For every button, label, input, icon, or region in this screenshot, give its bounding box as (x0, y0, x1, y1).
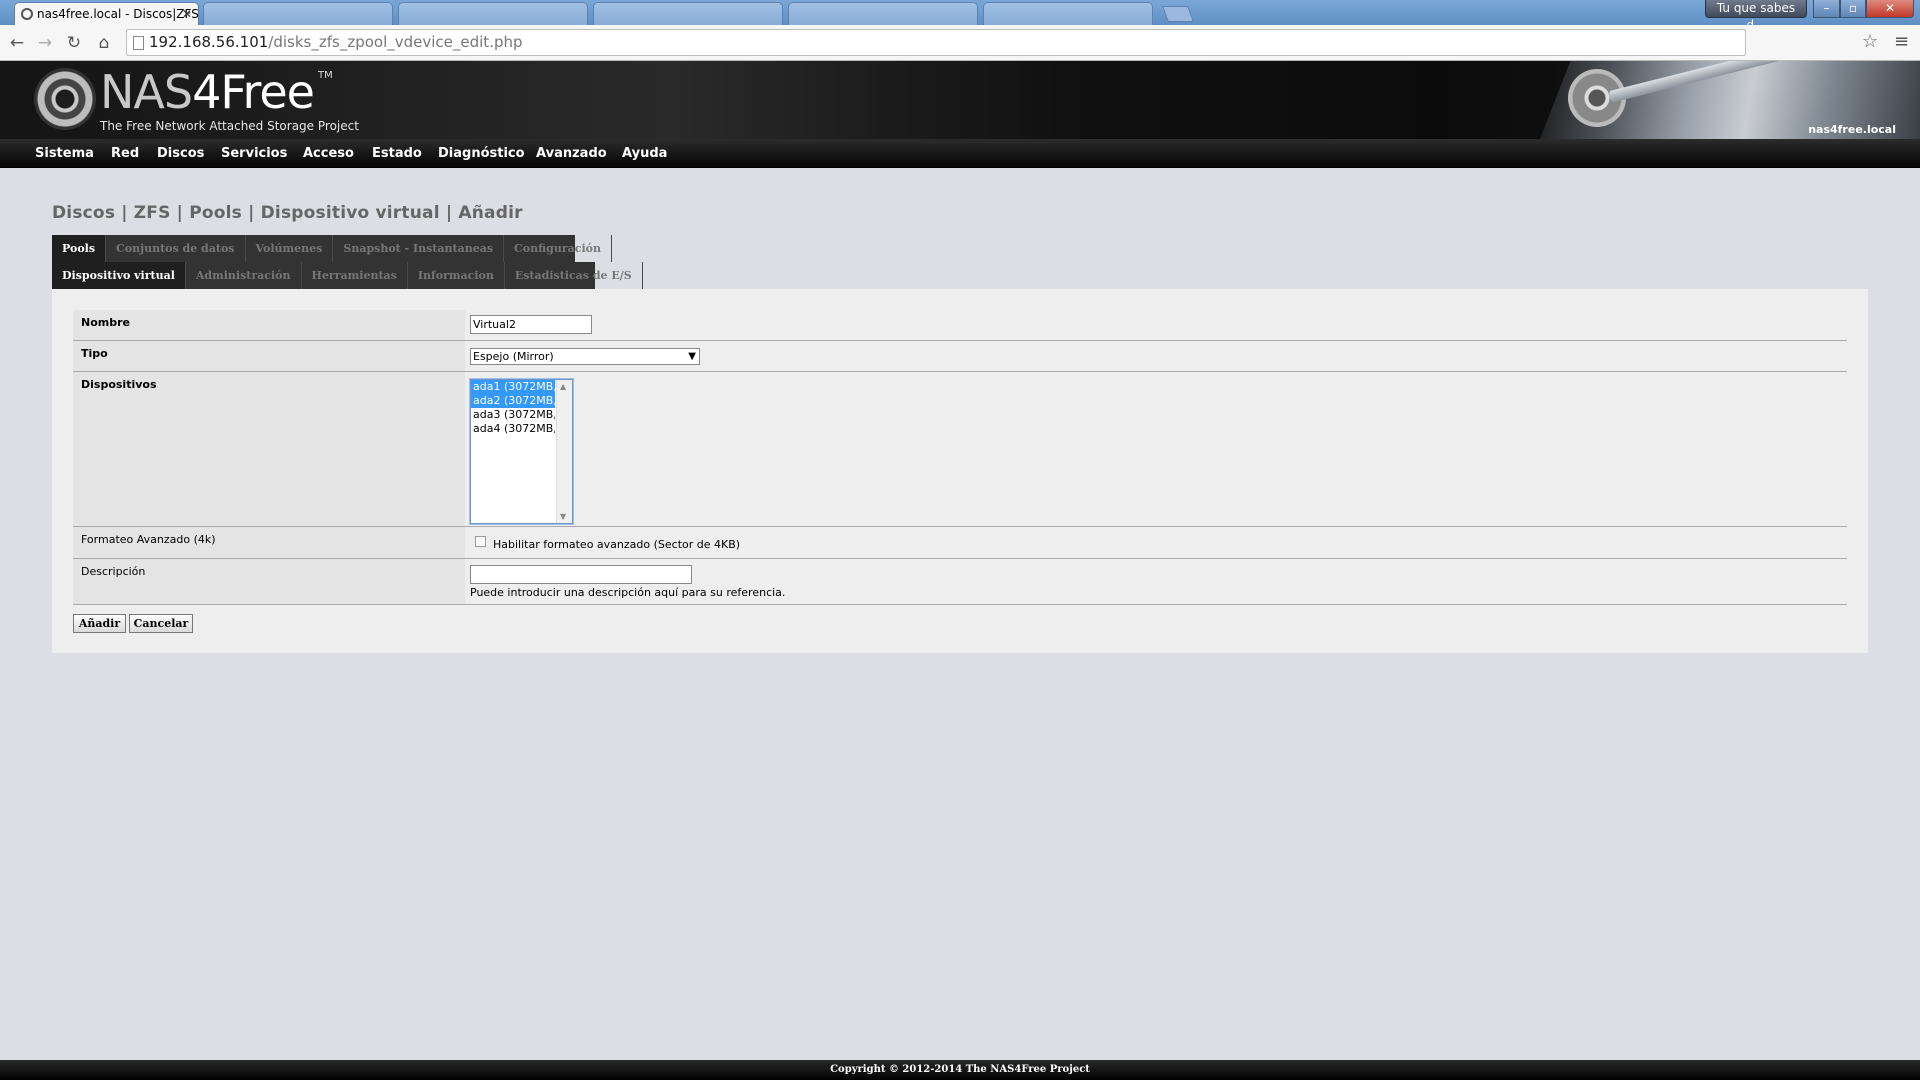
device-option-ada2[interactable]: ada2 (3072MB, ) (471, 394, 555, 408)
scroll-down-arrow-icon[interactable]: ▼ (560, 512, 566, 521)
tab-snapshot[interactable]: Snapshot - Instantaneas (333, 235, 505, 262)
browser-tab[interactable] (398, 2, 588, 25)
tab-title: nas4free.local - Discos|ZFS (37, 7, 199, 21)
back-arrow-icon[interactable]: ← (6, 32, 28, 54)
row-tipo: Tipo Espejo (Mirror) ▼ (73, 341, 1847, 372)
row-nombre: Nombre (73, 310, 1847, 341)
tabs-row-primary: Pools Conjuntos de datos Volúmenes Snaps… (52, 235, 612, 262)
site-logo[interactable]: NAS4Free (100, 63, 315, 121)
address-bar[interactable]: 192.168.56.101/disks_zfs_zpool_vdevice_e… (126, 29, 1746, 56)
hostname: nas4free.local (1808, 123, 1896, 136)
close-window-icon[interactable]: ✕ (1866, 0, 1914, 18)
tipo-select[interactable]: Espejo (Mirror) ▼ (470, 348, 700, 365)
formateo-checkbox-label[interactable]: Habilitar formateo avanzado (Sector de 4… (493, 538, 740, 551)
page-footer: Copyright © 2012-2014 The NAS4Free Proje… (0, 1060, 1920, 1080)
device-option-ada4[interactable]: ada4 (3072MB, ) (471, 422, 555, 436)
logo-4free-text: 4Free (192, 65, 315, 119)
star-icon[interactable]: ☆ (1862, 32, 1878, 52)
reload-icon[interactable]: ↻ (63, 32, 85, 54)
new-tab-button[interactable] (1162, 6, 1194, 22)
nav-item-discos[interactable]: Discos (157, 139, 204, 168)
form-panel: Nombre Tipo Espejo (Mirror) ▼ Dispositiv… (52, 289, 1868, 653)
browser-titlebar: nas4free.local - Discos|ZFS ✕ Tu que sab… (0, 0, 1920, 32)
home-icon[interactable]: ⌂ (93, 32, 115, 54)
tab-informacion[interactable]: Informacion (408, 262, 505, 289)
row-descripcion: Descripción Puede introducir una descrip… (73, 559, 1847, 605)
nav-item-acceso[interactable]: Acceso (303, 139, 354, 168)
tab-herramientas[interactable]: Herramientas (302, 262, 408, 289)
minimize-icon[interactable]: – (1813, 0, 1840, 18)
nav-item-ayuda[interactable]: Ayuda (622, 139, 667, 168)
formateo-checkbox[interactable] (475, 536, 486, 547)
logo-tagline: The Free Network Attached Storage Projec… (100, 119, 359, 133)
browser-tab[interactable] (593, 2, 783, 25)
tipo-selected-value: Espejo (Mirror) (473, 350, 554, 363)
tab-administracion[interactable]: Administración (186, 262, 302, 289)
row-formateo: Formateo Avanzado (4k) Habilitar formate… (73, 527, 1847, 559)
tab-estadisticas[interactable]: Estadisticas de E/S (505, 262, 643, 289)
scroll-up-arrow-icon[interactable]: ▲ (560, 382, 566, 391)
nav-item-sistema[interactable]: Sistema (35, 139, 94, 168)
nav-item-estado[interactable]: Estado (372, 139, 422, 168)
nav-item-red[interactable]: Red (111, 139, 139, 168)
tab-dispositivo-virtual[interactable]: Dispositivo virtual (52, 262, 186, 289)
nav-item-diagnostico[interactable]: Diagnóstico (438, 139, 525, 168)
tipo-label: Tipo (73, 341, 465, 371)
nombre-label: Nombre (73, 310, 465, 340)
logo-nas-text: NAS (100, 65, 193, 119)
browser-tab[interactable] (788, 2, 978, 25)
page-icon (133, 36, 144, 50)
descripcion-input[interactable] (470, 565, 692, 584)
add-button[interactable]: Añadir (73, 614, 126, 633)
formateo-label: Formateo Avanzado (4k) (73, 527, 465, 558)
row-dispositivos: Dispositivos ada1 (3072MB, ) ada2 (3072M… (73, 372, 1847, 527)
tab-pools[interactable]: Pools (52, 235, 107, 262)
listbox-scrollbar[interactable]: ▲ ▼ (556, 380, 572, 523)
tab-close-icon[interactable]: ✕ (182, 3, 192, 25)
profile-button[interactable]: Tu que sabes d... (1705, 0, 1807, 32)
main-navigation: Sistema Red Discos Servicios Acceso Esta… (0, 139, 1920, 168)
dispositivos-label: Dispositivos (73, 372, 465, 526)
nav-item-avanzado[interactable]: Avanzado (536, 139, 607, 168)
device-option-ada1[interactable]: ada1 (3072MB, ) (471, 380, 555, 394)
devices-listbox[interactable]: ada1 (3072MB, ) ada2 (3072MB, ) ada3 (30… (470, 379, 573, 524)
descripcion-hint: Puede introducir una descripción aquí pa… (470, 586, 786, 599)
logo-trademark: TM (318, 70, 333, 81)
maximize-icon[interactable]: ▫ (1840, 0, 1866, 18)
page-title: Discos | ZFS | Pools | Dispositivo virtu… (52, 203, 523, 223)
tab-volumenes[interactable]: Volúmenes (246, 235, 334, 262)
browser-toolbar: ← → ↻ ⌂ 192.168.56.101/disks_zfs_zpool_v… (0, 25, 1920, 61)
chevron-down-icon: ▼ (688, 351, 696, 362)
menu-icon[interactable]: ≡ (1894, 32, 1909, 52)
browser-tab[interactable] (983, 2, 1153, 25)
tabs-row-secondary: Dispositivo virtual Administración Herra… (52, 262, 643, 289)
nav-item-servicios[interactable]: Servicios (221, 139, 287, 168)
device-option-ada3[interactable]: ada3 (3072MB, ) (471, 408, 555, 422)
tab-configuracion[interactable]: Configuración (504, 235, 612, 262)
tab-conjuntos-de-datos[interactable]: Conjuntos de datos (106, 235, 246, 262)
nombre-input[interactable] (470, 315, 592, 334)
descripcion-label: Descripción (73, 559, 465, 604)
browser-tab[interactable] (203, 2, 393, 25)
site-header: NAS4Free TM The Free Network Attached St… (0, 61, 1920, 139)
nas4free-favicon-icon (21, 8, 33, 20)
url-path: /disks_zfs_zpool_vdevice_edit.php (268, 33, 523, 51)
forward-arrow-icon[interactable]: → (34, 32, 56, 54)
nas4free-logo-disc-icon (34, 68, 96, 130)
url-host: 192.168.56.101 (149, 33, 269, 51)
cancel-button[interactable]: Cancelar (129, 614, 193, 633)
browser-tab-active[interactable]: nas4free.local - Discos|ZFS ✕ (14, 2, 199, 25)
